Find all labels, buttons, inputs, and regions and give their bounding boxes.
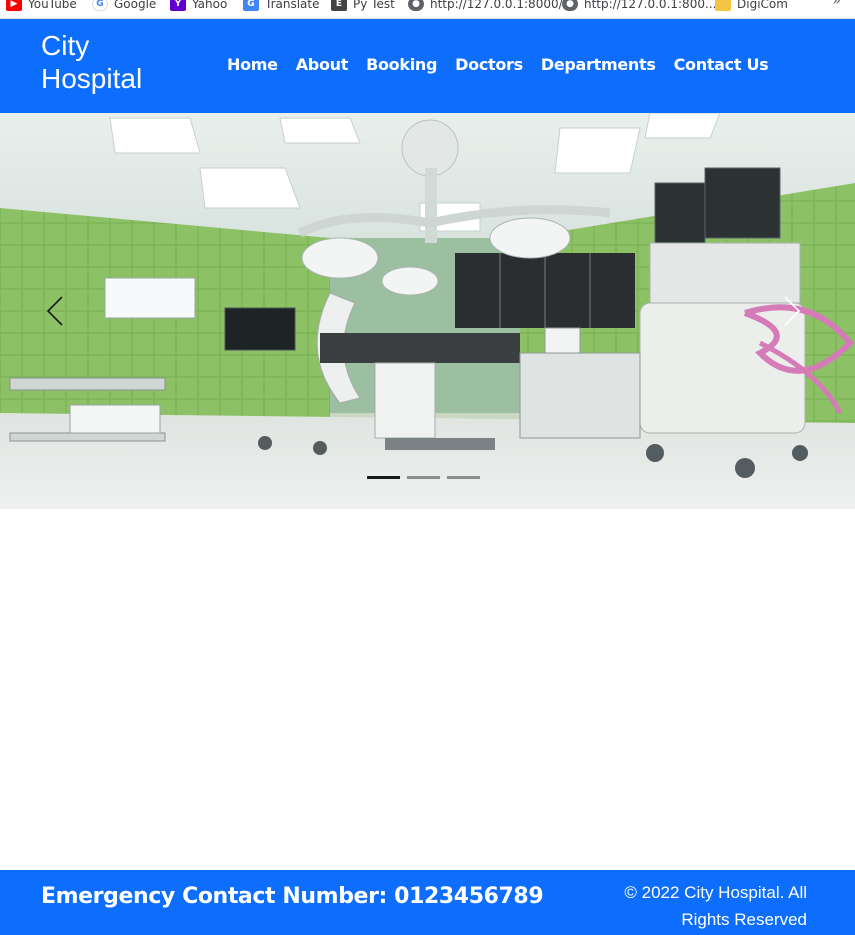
main-nav: Home About Booking Doctors Departments C… <box>227 55 786 74</box>
yahoo-icon: Y <box>170 0 186 11</box>
google-icon: G <box>92 0 108 11</box>
brand-logo[interactable]: City Hospital <box>41 29 181 95</box>
bookmark-localhost-2[interactable]: ● http://127.0.0.1:800... <box>562 0 716 14</box>
chevron-left-icon <box>46 296 63 326</box>
carousel-prev-button[interactable] <box>36 293 76 333</box>
folder-icon <box>715 0 731 11</box>
emergency-contact: Emergency Contact Number: 0123456789 <box>41 884 544 909</box>
chevron-right-icon <box>784 296 801 326</box>
globe-icon: ● <box>562 0 578 11</box>
bookmark-translate[interactable]: G Translate <box>243 0 320 14</box>
bookmark-label: http://127.0.0.1:8000/ <box>430 0 563 11</box>
nav-home[interactable]: Home <box>227 55 278 74</box>
bookmark-google[interactable]: G Google <box>92 0 156 14</box>
hero-carousel <box>0 113 855 509</box>
nav-contact-us[interactable]: Contact Us <box>674 55 769 74</box>
globe-icon: ● <box>408 0 424 11</box>
bookmark-label: Translate <box>265 0 320 11</box>
carousel-indicators <box>367 476 480 479</box>
navbar: City Hospital Home About Booking Doctors… <box>0 19 855 113</box>
bookmark-label: Py Test <box>353 0 395 11</box>
youtube-icon: ▶ <box>6 0 22 11</box>
copyright-text: © 2022 City Hospital. All Rights Reserve… <box>624 883 807 929</box>
operating-room-image <box>0 113 855 509</box>
nav-departments[interactable]: Departments <box>541 55 656 74</box>
bookmark-youtube[interactable]: ▶ YouTube <box>6 0 77 14</box>
bookmark-label: http://127.0.0.1:800... <box>584 0 717 11</box>
carousel-next-button[interactable] <box>771 293 811 333</box>
footer: Emergency Contact Number: 0123456789 © 2… <box>0 870 855 935</box>
nav-booking[interactable]: Booking <box>366 55 437 74</box>
bookmarks-bar: ▶ YouTube G Google Y Yahoo G Translate E… <box>0 0 855 19</box>
bookmark-pytest[interactable]: E Py Test <box>331 0 395 14</box>
bookmark-label: Yahoo <box>192 0 228 11</box>
bookmark-label: DigiCom <box>737 0 788 11</box>
carousel-indicator-3[interactable] <box>447 476 480 479</box>
nav-about[interactable]: About <box>296 55 349 74</box>
pytest-icon: E <box>331 0 347 11</box>
nav-doctors[interactable]: Doctors <box>455 55 523 74</box>
carousel-indicator-1[interactable] <box>367 476 400 479</box>
bookmarks-overflow-icon[interactable]: » <box>832 0 841 9</box>
translate-icon: G <box>243 0 259 11</box>
bookmark-digicom[interactable]: DigiCom <box>715 0 788 14</box>
bookmark-label: YouTube <box>28 0 77 11</box>
bookmark-yahoo[interactable]: Y Yahoo <box>170 0 227 14</box>
carousel-indicator-2[interactable] <box>407 476 440 479</box>
bookmark-label: Google <box>114 0 157 11</box>
bookmark-localhost-1[interactable]: ● http://127.0.0.1:8000/ <box>408 0 563 14</box>
